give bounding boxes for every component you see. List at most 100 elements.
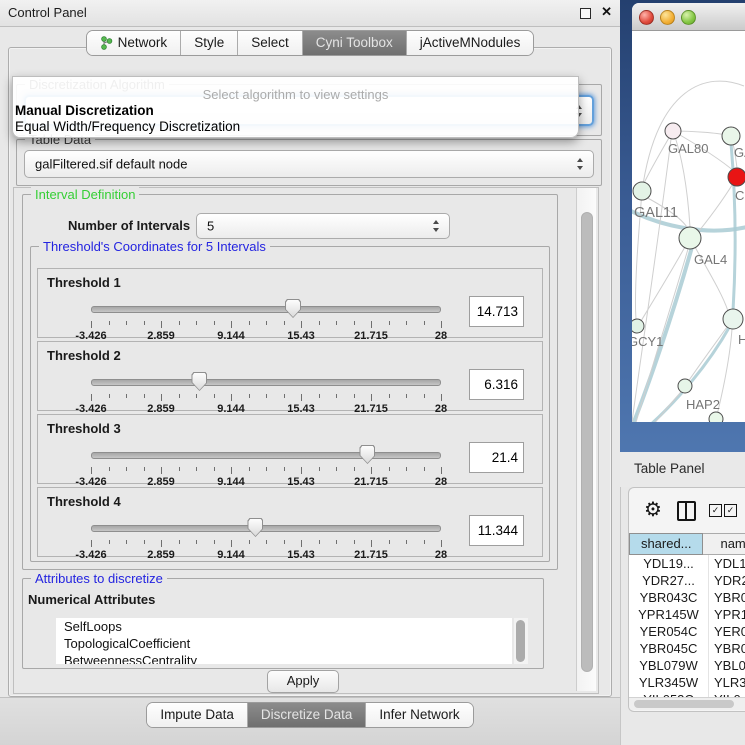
tab-network[interactable]: Network [87, 31, 181, 55]
scrollbar-thumb[interactable] [581, 212, 593, 672]
tick-mark [249, 394, 250, 398]
attribute-item-betweennesscentrality[interactable]: BetweennessCentrality [56, 652, 512, 664]
tick-mark [406, 394, 407, 398]
tab-impute-data[interactable]: Impute Data [147, 703, 247, 727]
slider-thumb[interactable] [285, 299, 301, 318]
threshold-value-input[interactable] [469, 515, 524, 546]
tick-mark [336, 540, 337, 544]
threshold-panel-2: Threshold 2-3.4262.8599.14415.4321.71528 [37, 341, 543, 411]
network-node-hap2[interactable] [678, 379, 692, 393]
table-cell: YBL0 [709, 657, 745, 674]
scrollbar-thumb[interactable] [634, 700, 734, 708]
network-node[interactable] [709, 412, 723, 422]
popup-item-equal-width-frequency-discretization[interactable]: Equal Width/Frequency Discretization [13, 118, 578, 134]
numerical-attributes-list[interactable]: SelfLoopsTopologicalCoefficientBetweenne… [56, 618, 512, 664]
table-row[interactable]: YDL19...YDL1 [629, 555, 745, 572]
table-row[interactable]: YER054CYER0 [629, 623, 745, 640]
tick-mark [126, 467, 127, 471]
slider-track[interactable] [91, 525, 441, 532]
top-tabs: NetworkStyleSelect Cyni Toolbox jActiveMNo… [86, 30, 535, 56]
tick-mark [284, 321, 285, 325]
attributes-list-scrollbar[interactable] [514, 618, 528, 664]
tick-mark [354, 394, 355, 398]
network-canvas[interactable]: GAL80GACGAL11GAL4HGCY1HAP2 [632, 31, 745, 422]
horizontal-scrollbar[interactable] [629, 697, 745, 710]
column-header-name[interactable]: name [703, 533, 745, 555]
checkbox-icon[interactable]: ✓ [709, 504, 722, 517]
float-window-icon[interactable] [580, 8, 591, 19]
threshold-slider[interactable]: -3.4262.8599.14415.4321.71528 [91, 518, 441, 554]
table-cell: YER0 [709, 623, 745, 640]
tab-infer-network[interactable]: Infer Network [365, 703, 472, 727]
slider-thumb[interactable] [359, 445, 375, 464]
attribute-item-topologicalcoefficient[interactable]: TopologicalCoefficient [56, 635, 512, 652]
gear-icon[interactable]: ⚙ [644, 497, 662, 522]
tick-mark [91, 467, 92, 474]
network-node-gcy1[interactable] [632, 319, 644, 333]
table-data-combobox[interactable]: galFiltered.sif default node [24, 150, 594, 178]
network-window: GAL80GACGAL11GAL4HGCY1HAP2 [632, 3, 745, 422]
tab-cyni-toolbox[interactable]: Cyni Toolbox [302, 31, 406, 55]
tick-mark [109, 467, 110, 471]
attribute-item-selfloops[interactable]: SelfLoops [56, 618, 512, 635]
combo-stepper-icon [577, 158, 584, 170]
threshold-value-input[interactable] [469, 296, 524, 327]
table-row[interactable]: YBL079WYBL0 [629, 657, 745, 674]
table-cell: YBL079W [629, 657, 709, 674]
threshold-slider[interactable]: -3.4262.8599.14415.4321.71528 [91, 445, 441, 481]
network-node-h[interactable] [723, 309, 743, 329]
minimize-traffic-light-icon[interactable] [660, 10, 675, 25]
slider-track[interactable] [91, 379, 441, 386]
node-label: HAP2 [686, 397, 720, 412]
network-node-gal80[interactable] [665, 123, 681, 139]
close-window-icon[interactable]: ✕ [601, 4, 612, 20]
tick-mark [371, 467, 372, 474]
slider-track[interactable] [91, 306, 441, 313]
tick-mark [284, 394, 285, 398]
checkbox-icon[interactable]: ✓ [724, 504, 737, 517]
network-icon [100, 36, 113, 50]
tick-mark [231, 467, 232, 474]
apply-button[interactable]: Apply [267, 670, 339, 693]
tick-mark [126, 394, 127, 398]
scrollbar-thumb[interactable] [516, 620, 525, 662]
column-header-shared-[interactable]: shared... [629, 533, 703, 555]
table-row[interactable]: YBR045CYBR0 [629, 640, 745, 657]
network-node-c[interactable] [728, 168, 745, 186]
network-node-gal11[interactable] [633, 182, 651, 200]
tick-mark [179, 540, 180, 544]
number-of-intervals-combobox[interactable]: 5 [196, 213, 450, 239]
close-traffic-light-icon[interactable] [639, 10, 654, 25]
threshold-slider[interactable]: -3.4262.8599.14415.4321.71528 [91, 372, 441, 408]
slider-track[interactable] [91, 452, 441, 459]
tick-mark [284, 467, 285, 471]
threshold-label: Threshold 1 [47, 275, 121, 290]
threshold-value-input[interactable] [469, 442, 524, 473]
network-node-gal4[interactable] [679, 227, 701, 249]
table-row[interactable]: YLR345WYLR3 [629, 674, 745, 691]
split-columns-icon[interactable] [677, 501, 696, 521]
tick-mark [266, 467, 267, 471]
tab-style[interactable]: Style [180, 31, 237, 55]
threshold-slider[interactable]: -3.4262.8599.14415.4321.71528 [91, 299, 441, 335]
table-row[interactable]: YBR043CYBR0 [629, 589, 745, 606]
table-panel-title: Table Panel [634, 461, 705, 476]
zoom-traffic-light-icon[interactable] [681, 10, 696, 25]
tab-select[interactable]: Select [237, 31, 302, 55]
popup-item-manual-discretization[interactable]: Manual Discretization [13, 102, 578, 118]
tab-jactivemnodules[interactable]: jActiveMNodules [406, 31, 534, 55]
table-row[interactable]: YDR27...YDR2 [629, 572, 745, 589]
threshold-value-input[interactable] [469, 369, 524, 400]
tab-discretize-data[interactable]: Discretize Data [247, 703, 366, 727]
numerical-attributes-label: Numerical Attributes [28, 592, 155, 607]
tab-label: Cyni Toolbox [316, 31, 393, 55]
table-row[interactable]: YPR145WYPR1 [629, 606, 745, 623]
tick-mark [301, 467, 302, 474]
slider-thumb[interactable] [247, 518, 263, 537]
tick-mark [91, 540, 92, 547]
tick-mark [441, 467, 442, 474]
vertical-scrollbar[interactable] [576, 188, 596, 691]
slider-thumb[interactable] [191, 372, 207, 391]
network-node-ga[interactable] [722, 127, 740, 145]
interval-definition-title: Interval Definition [31, 187, 139, 202]
